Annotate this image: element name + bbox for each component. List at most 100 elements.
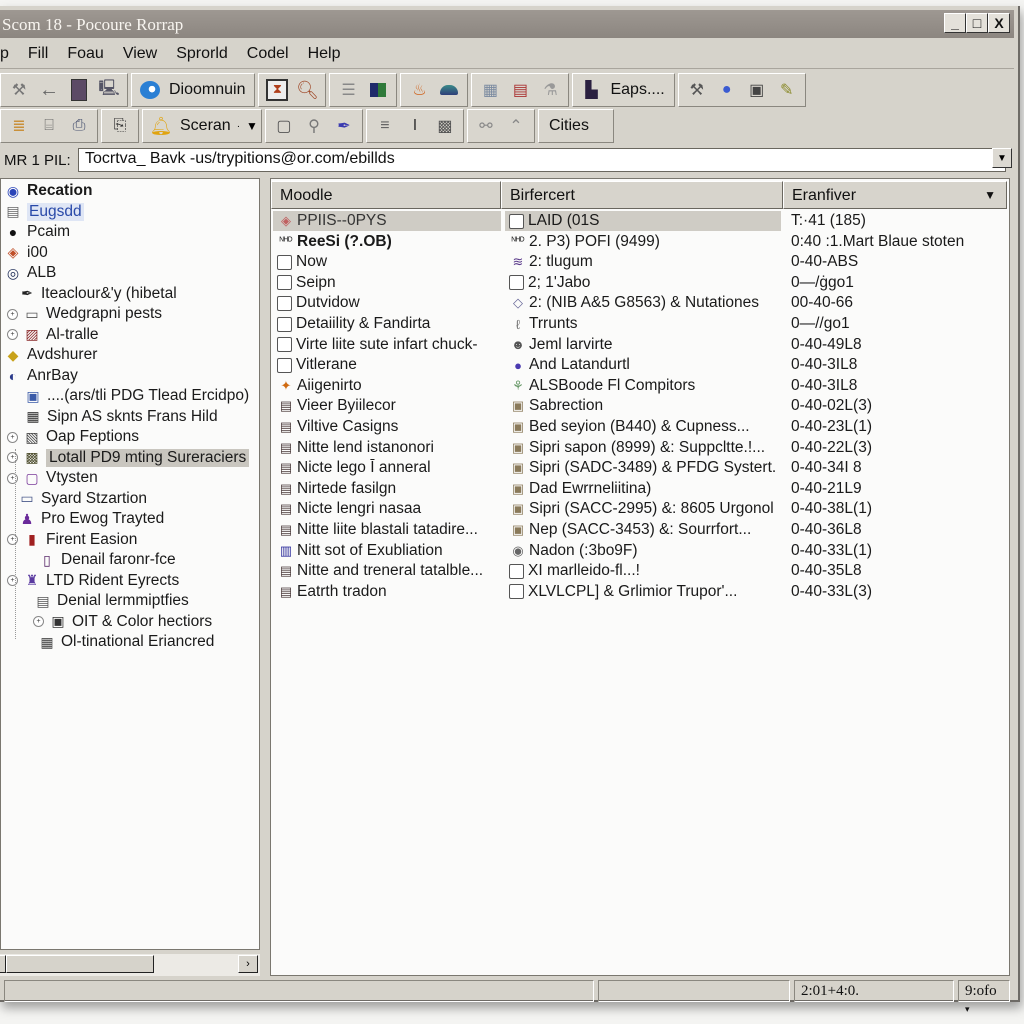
list-row[interactable]: Now ≋ 2: tlugum 0-40-ABS	[271, 252, 1009, 272]
list-row[interactable]: ▤ Viltive Casigns ▣ Bed seyion (B440) & Cup…	[271, 417, 1009, 437]
tree-item[interactable]: ● Pcaim	[3, 222, 70, 242]
tree-item[interactable]: + ▭ Wedgrapni pests	[7, 304, 162, 324]
list-row[interactable]: ▤ Nicte lengri nasaa ▣ Sipri (SACC-2995) &:…	[271, 499, 1009, 519]
tree-item[interactable]: ✒ Iteaclour&'y (hibetal	[17, 284, 177, 304]
tree-item[interactable]: ▦ Sipn AS sknts Frans Hild	[23, 407, 217, 427]
sceran-dropdown[interactable]: 🔔︎ Sceran · ▼	[142, 109, 262, 143]
list-row[interactable]: Seipn 2; 1'Jabo 0—/ġgo1	[271, 273, 1009, 293]
list-row[interactable]: Detaiility & Fandirta ℓ Trrunts 0—//go1	[271, 314, 1009, 334]
photo-icon[interactable]: ▤	[507, 78, 533, 102]
list-row[interactable]: ᴺᴴᴰ ReeSi (?.OB) ᴺᴴᴰ 2. P3) POFI (9499) 0:40…	[271, 232, 1009, 252]
bookmark-icon[interactable]	[66, 78, 92, 102]
scroll-thumb[interactable]	[6, 955, 154, 973]
tree-item[interactable]: ▣ ....(ars/tli PDG Tlead Ercidpo)	[23, 386, 249, 406]
tree-item[interactable]: ◆ Avdshurer	[3, 345, 98, 365]
column-header-moodle[interactable]: Moodle	[271, 181, 501, 209]
list-row[interactable]: ▤ Nitte and treneral tatalble... XI marlle…	[271, 561, 1009, 581]
list-row[interactable]: ▤ Nitte liite blastali tatadire... ▣ Nep (S…	[271, 520, 1009, 540]
tree-item[interactable]: ◈ i00	[3, 243, 48, 263]
tree-item[interactable]: + ▨ Al-tralle	[7, 325, 99, 345]
tree-expander-icon[interactable]: +	[7, 431, 18, 443]
maximize-button[interactable]: □	[966, 13, 988, 33]
tree-item[interactable]: + ▩ Lotall PD9 mting Sureraciers	[7, 448, 250, 468]
pen-tool-icon[interactable]: ✒	[331, 114, 357, 138]
tree-item[interactable]: ◉ Recation	[3, 181, 93, 201]
printer-icon[interactable]: ⎙	[66, 114, 92, 138]
hourglass-icon[interactable]: ⧗	[264, 78, 290, 102]
computer-icon[interactable]: 🖳	[96, 78, 122, 102]
stack-folder-icon[interactable]: ≣	[6, 114, 32, 138]
tree-expander-icon[interactable]: +	[7, 308, 18, 320]
close-button[interactable]: X	[988, 13, 1010, 33]
cities-button[interactable]: Cities	[537, 109, 614, 143]
tree-item[interactable]: ▦ Ol-tinational Eriancred	[37, 632, 214, 652]
cabinet-icon[interactable]: ⌸	[36, 114, 62, 138]
tree-horizontal-scrollbar[interactable]: ‹ ›	[0, 954, 260, 976]
title-bar[interactable]: Scom 18 - Pocoure Rorrap _ □ X	[0, 10, 1014, 38]
menu-item-view[interactable]: View	[123, 45, 157, 63]
network-tool-icon[interactable]: ⚯	[473, 114, 499, 138]
address-dropdown-button[interactable]: ▼	[992, 148, 1012, 168]
tree-item[interactable]: ◎ ALB	[3, 263, 56, 283]
camera-tool-icon[interactable]: ▣	[744, 78, 770, 102]
landscape-icon[interactable]	[436, 78, 462, 102]
tree-expander-icon[interactable]: +	[7, 472, 18, 484]
scroll-right-button[interactable]: ›	[238, 955, 258, 973]
list-row[interactable]: ▥ Nitt sot of Exubliation ◉ Nadon (:3bo9F) 0…	[271, 541, 1009, 561]
tree-expander-icon[interactable]: +	[7, 534, 18, 545]
tree-pane[interactable]: ◉ Recation ▤ Eugsdd ● Pcaim ◈ i00 ◎ ALB ✒ Iteaclour…	[0, 178, 260, 950]
menu-item-p[interactable]: p	[0, 45, 9, 63]
graph-line-icon[interactable]: ⌃	[503, 114, 529, 138]
list-row[interactable]: ▤ Eatrth tradon XLVLCPL] & Grlimior Trupor…	[271, 582, 1009, 602]
grid-icon[interactable]: ▦	[477, 78, 503, 102]
eaps-button[interactable]: ▙ Eaps....	[572, 73, 675, 107]
text-cursor-icon[interactable]: I	[402, 114, 428, 138]
menu-item-fill[interactable]: Fill	[28, 45, 48, 63]
tree-expander-icon[interactable]: +	[33, 616, 44, 627]
list-row[interactable]: ◈ PPIIS--0PYS LAID (01S T:·41 (185)	[271, 211, 1009, 231]
tree-item[interactable]: + ▧ Oap Feptions	[7, 427, 139, 447]
sort-chevron-icon[interactable]: ▼	[984, 188, 996, 202]
back-arrow-icon[interactable]: ←	[36, 78, 62, 102]
package-icon[interactable]	[365, 78, 391, 102]
dioommin-button[interactable]: Dioomnuin	[131, 73, 256, 107]
tree-item[interactable]: ▯ Denail faronr-fce	[37, 550, 175, 570]
align-icon[interactable]: ≡	[372, 114, 398, 138]
list-row[interactable]: Virte liite sute infart chuck- ☻ Jeml larv…	[271, 335, 1009, 355]
flask-icon[interactable]: ⚗	[537, 78, 563, 102]
column-header-eranfiver[interactable]: Eranfiver ▼	[783, 181, 1007, 209]
menu-item-sprorld[interactable]: Sprorld	[176, 45, 228, 63]
save-icon[interactable]: ▩	[432, 114, 458, 138]
menu-item-codel[interactable]: Codel	[247, 45, 289, 63]
hammer-icon[interactable]: ⚒	[684, 78, 710, 102]
tree-item[interactable]: ◐ AnrBay	[3, 366, 78, 386]
stamp-icon[interactable]: ⚲	[301, 114, 327, 138]
tools-icon[interactable]: ⚒	[6, 78, 32, 102]
menu-item-help[interactable]: Help	[308, 45, 341, 63]
tree-item[interactable]: ▤ Denial lermmiptfies	[33, 591, 188, 611]
tree-expander-icon[interactable]: +	[7, 329, 18, 340]
tree-item[interactable]: + ▣ OIT & Color hectiors	[33, 612, 212, 632]
frame-icon[interactable]: ▢	[271, 114, 297, 138]
list-row[interactable]: Vitlerane ● And Latandurtl 0-40-3IL8	[271, 355, 1009, 375]
status-zoom[interactable]: 9:ofo ▾	[958, 980, 1010, 1014]
tree-item[interactable]: ▭ Syard Stzartion	[17, 489, 147, 509]
list-row[interactable]: ▤ Nitte lend istanonori ▣ Sipri sapon (8999…	[271, 438, 1009, 458]
magnifier-icon[interactable]: 🔍︎	[294, 78, 320, 102]
menu-item-foau[interactable]: Foau	[67, 45, 103, 63]
list-row[interactable]: Dutvidow ◇ 2: (NIB A&5 G8563) & Nutationes…	[271, 293, 1009, 313]
list-row[interactable]: ▤ Nicte lego Ī anneral ▣ Sipri (SADC-3489) …	[271, 458, 1009, 478]
user-blue-icon[interactable]: ●	[714, 78, 740, 102]
clipboard-icon[interactable]: ⎘	[107, 114, 133, 138]
tree-item[interactable]: ▤ Eugsdd	[3, 202, 84, 222]
list-row[interactable]: ▤ Nirtede fasilgn ▣ Dad Ewrrneliitina) 0-40-…	[271, 479, 1009, 499]
chart-icon[interactable]: ✎	[774, 78, 800, 102]
list-row[interactable]: ▤ Vieer Byiilecor ▣ Sabrection 0-40-02L(3)	[271, 396, 1009, 416]
tree-expander-icon[interactable]: +	[7, 452, 18, 463]
tree-expander-icon[interactable]: +	[7, 575, 18, 586]
fire-icon[interactable]: ♨	[406, 78, 432, 102]
tree-item[interactable]: + ♜ LTD Rident Eyrects	[7, 571, 179, 591]
list-row[interactable]: ✦ Aiigenirto ⚘ ALSBoode Fl Compitors 0-40-3I…	[271, 376, 1009, 396]
tree-item[interactable]: ♟ Pro Ewog Trayted	[17, 509, 164, 529]
minimize-button[interactable]: _	[944, 13, 966, 33]
